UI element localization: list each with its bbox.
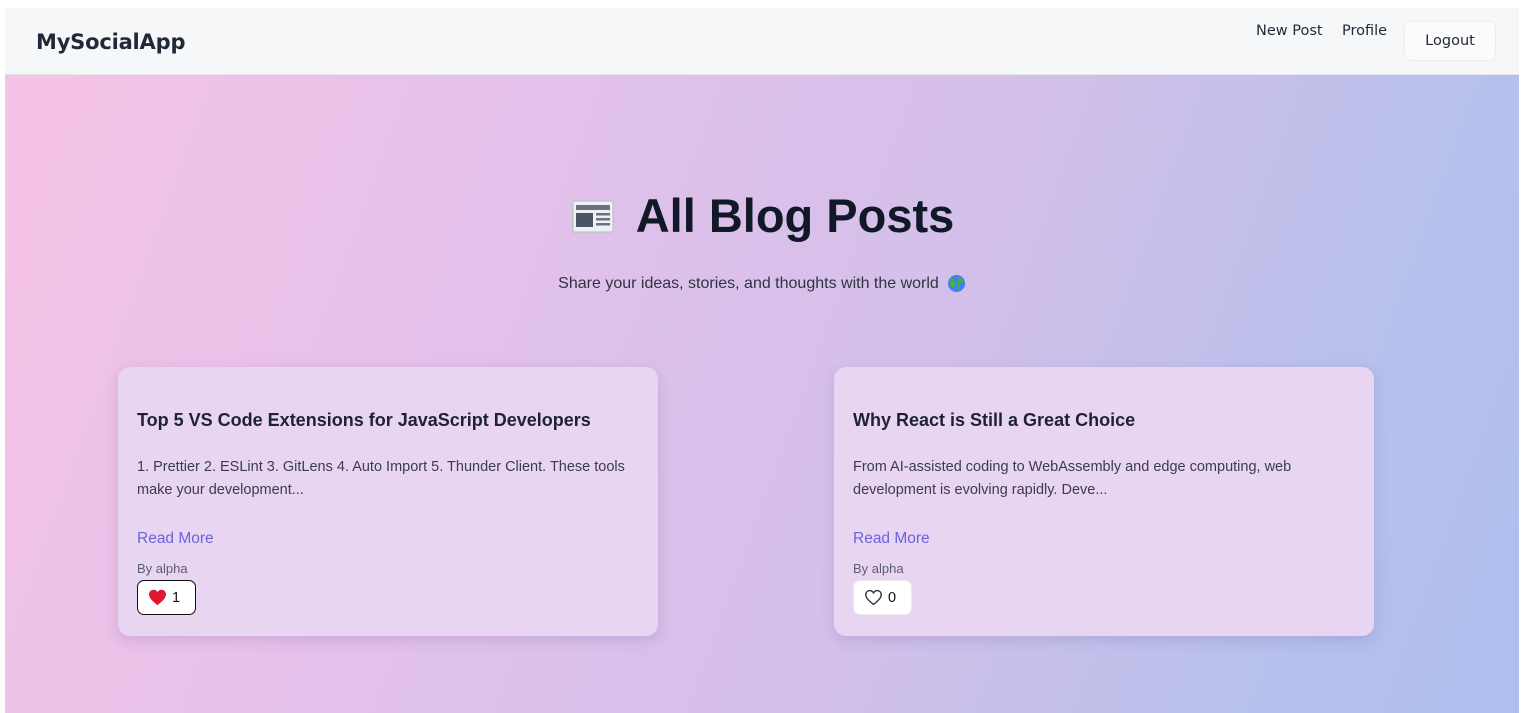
post-excerpt: 1. Prettier 2. ESLint 3. GitLens 4. Auto… (137, 459, 625, 498)
page-title-row: All Blog Posts (5, 188, 1519, 243)
post-card: Top 5 VS Code Extensions for JavaScript … (118, 367, 658, 636)
new-post-link[interactable]: New Post (1256, 23, 1323, 39)
post-excerpt: From AI-assisted coding to WebAssembly a… (853, 459, 1292, 498)
globe-icon (947, 274, 965, 293)
like-button[interactable]: 1 (137, 580, 196, 615)
post-card: Why React is Still a Great Choice From A… (834, 367, 1374, 636)
page-subtitle: Share your ideas, stories, and thoughts … (558, 274, 939, 292)
navbar: MySocialApp New Post Profile Logout (5, 8, 1519, 75)
brand-logo[interactable]: MySocialApp (36, 30, 185, 54)
page-subtitle-row: Share your ideas, stories, and thoughts … (5, 274, 1519, 293)
like-count: 1 (172, 589, 181, 606)
heart-outline-icon (865, 589, 882, 606)
like-count: 0 (888, 589, 897, 606)
post-author: By alpha (853, 561, 904, 576)
logout-button[interactable]: Logout (1404, 21, 1496, 61)
newspaper-icon (570, 200, 614, 234)
like-button[interactable]: 0 (853, 580, 912, 615)
post-author: By alpha (137, 561, 188, 576)
post-title: Why React is Still a Great Choice (853, 410, 1136, 430)
read-more-link[interactable]: Read More (853, 530, 930, 548)
heart-filled-icon (149, 589, 166, 606)
hero-section: All Blog Posts Share your ideas, stories… (5, 75, 1519, 713)
read-more-link[interactable]: Read More (137, 530, 214, 548)
page-title: All Blog Posts (635, 189, 955, 242)
profile-link[interactable]: Profile (1342, 23, 1387, 39)
post-title: Top 5 VS Code Extensions for JavaScript … (137, 410, 591, 430)
app-frame: MySocialApp New Post Profile Logout All … (5, 8, 1519, 713)
